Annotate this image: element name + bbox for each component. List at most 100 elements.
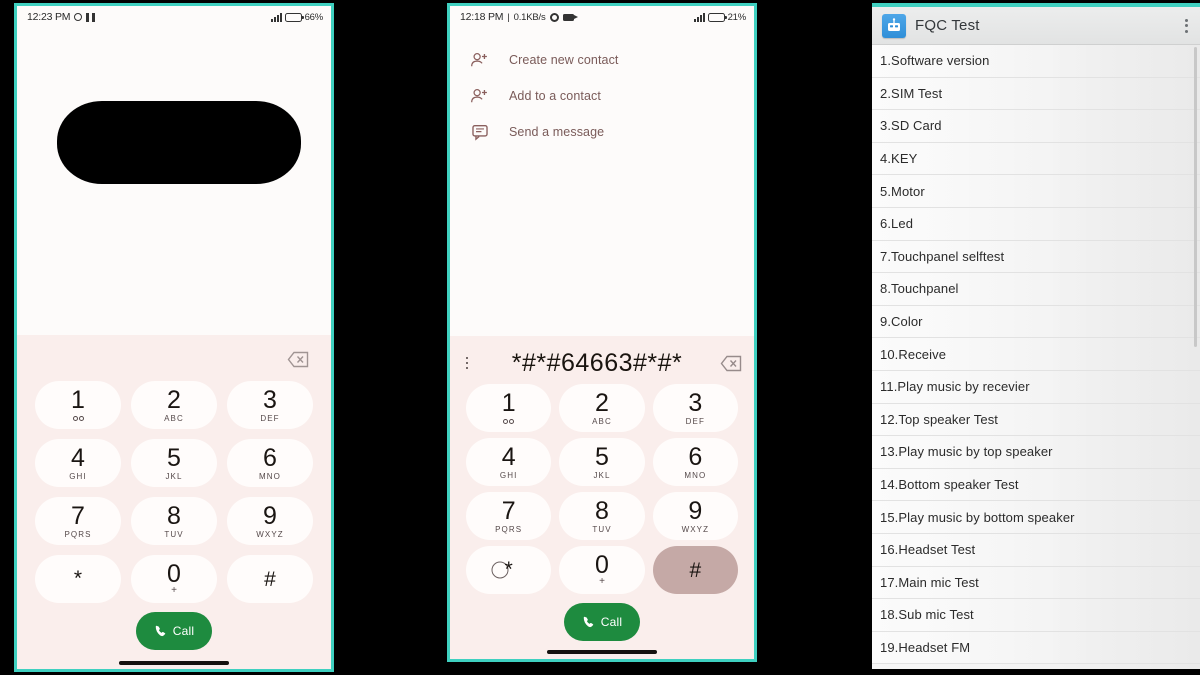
- app-bar: FQC Test: [872, 7, 1200, 45]
- menu-item-label: Send a message: [509, 125, 605, 139]
- key-0[interactable]: 0 +: [559, 546, 645, 594]
- key-2[interactable]: 2 ABC: [559, 384, 645, 432]
- status-time: 12:18 PM: [460, 11, 504, 23]
- dialed-number-input[interactable]: *#*#64663#*#*: [474, 349, 720, 378]
- menu-item-label: Create new contact: [509, 53, 619, 67]
- key-letters: MNO: [684, 470, 707, 480]
- menu-item-create-new-contact[interactable]: Create new contact: [470, 42, 754, 78]
- list-item[interactable]: 1.Software version: [872, 45, 1200, 78]
- key-8[interactable]: 8 TUV: [559, 492, 645, 540]
- battery-icon: [284, 12, 304, 22]
- list-item[interactable]: 4.KEY: [872, 142, 1200, 176]
- key-letters: PQRS: [64, 529, 92, 539]
- list-item[interactable]: 3.SD Card: [872, 110, 1200, 143]
- key-letters: JKL: [165, 471, 183, 481]
- list-item[interactable]: 17.Main mic Test: [872, 566, 1200, 600]
- home-indicator: [119, 661, 229, 665]
- fqc-app-icon: [882, 13, 906, 38]
- key-4[interactable]: 4 GHI: [466, 438, 552, 486]
- phone-panel-fqc-test: FQC Test 1.Software version 2.SIM Test 3…: [872, 3, 1200, 669]
- key-4[interactable]: 4 GHI: [35, 439, 121, 487]
- plus-icon: +: [171, 585, 177, 596]
- list-item[interactable]: 11.Play music by recevier: [872, 370, 1200, 404]
- key-digit: 5: [167, 443, 181, 472]
- call-button[interactable]: Call: [136, 612, 212, 650]
- dialer-upper-area: [17, 28, 331, 335]
- key-3[interactable]: 3 DEF: [652, 384, 738, 432]
- key-6[interactable]: 6 MNO: [227, 439, 313, 487]
- list-item[interactable]: 10.Receive: [872, 338, 1200, 371]
- list-item[interactable]: 12.Top speaker Test: [872, 403, 1200, 437]
- key-hash[interactable]: #: [227, 555, 313, 603]
- menu-item-add-to-a-contact[interactable]: Add to a contact: [470, 78, 754, 114]
- status-bar-right: 21%: [693, 12, 746, 23]
- key-2[interactable]: 2 ABC: [131, 381, 217, 429]
- backspace-icon[interactable]: [287, 351, 309, 368]
- list-item[interactable]: 6.Led: [872, 207, 1200, 241]
- status-time: 12:23 PM: [27, 11, 71, 23]
- key-hash[interactable]: #: [652, 546, 738, 594]
- key-digit: 1: [71, 385, 85, 414]
- key-1[interactable]: 1: [35, 381, 121, 429]
- list-item[interactable]: 14.Bottom speaker Test: [872, 468, 1200, 502]
- key-9[interactable]: 9 WXYZ: [227, 497, 313, 545]
- key-letters: GHI: [499, 470, 518, 480]
- key-digit: 6: [688, 442, 703, 471]
- key-digit: 0: [167, 560, 181, 588]
- status-bar: 12:18 PM | 0.1KB/s 21%: [450, 6, 754, 28]
- key-letters: ABC: [592, 416, 612, 426]
- key-1[interactable]: 1: [466, 384, 552, 432]
- backspace-icon[interactable]: [720, 355, 742, 372]
- status-bar-left: 12:23 PM: [27, 11, 96, 23]
- key-digit: 1: [501, 388, 516, 417]
- list-item[interactable]: 9.Color: [872, 305, 1200, 339]
- menu-item-send-a-message[interactable]: Send a message: [470, 114, 754, 150]
- list-item[interactable]: 18.Sub mic Test: [872, 599, 1200, 632]
- keypad-grid: 1 2 ABC 3 DEF 4 GHI 5 JKL 6 MNO 7 PQRS 8…: [17, 377, 331, 603]
- key-0[interactable]: 0 +: [131, 555, 217, 603]
- dnd-icon: [86, 12, 96, 22]
- home-indicator: [547, 650, 657, 654]
- key-6[interactable]: 6 MNO: [652, 438, 738, 486]
- call-button-label: Call: [600, 615, 623, 629]
- key-7[interactable]: 7 PQRS: [35, 497, 121, 545]
- key-letters: WXYZ: [256, 529, 284, 539]
- person-add-icon: [470, 51, 489, 70]
- list-item[interactable]: 13.Play music by top speaker: [872, 436, 1200, 469]
- key-star[interactable]: *: [466, 546, 552, 594]
- key-digit: 7: [71, 501, 85, 530]
- vertical-scrollbar[interactable]: [1194, 47, 1197, 347]
- app-title: FQC Test: [915, 17, 980, 34]
- key-letters: JKL: [593, 470, 611, 480]
- menu-item-label: Add to a contact: [509, 89, 601, 103]
- key-digit: 6: [263, 443, 277, 472]
- list-item[interactable]: 8.Touchpanel: [872, 273, 1200, 306]
- key-digit: 3: [263, 385, 277, 414]
- list-item[interactable]: 2.SIM Test: [872, 77, 1200, 111]
- phone-panel-dialer-empty: 12:23 PM 66% 1 2 ABC 3 DEF 4 GHI 5 JKL 6…: [14, 3, 334, 672]
- list-item[interactable]: 15.Play music by bottom speaker: [872, 501, 1200, 534]
- list-item[interactable]: 16.Headset Test: [872, 533, 1200, 567]
- kebab-menu-icon[interactable]: [1185, 18, 1188, 33]
- key-digit: 8: [595, 496, 609, 525]
- key-digit: 9: [263, 501, 277, 530]
- list-item[interactable]: 7.Touchpanel selftest: [872, 240, 1200, 274]
- key-8[interactable]: 8 TUV: [131, 497, 217, 545]
- status-bar-left: 12:18 PM | 0.1KB/s: [460, 11, 578, 23]
- dialed-number-row: *#*#64663#*#*: [450, 342, 754, 382]
- phone-icon: [155, 625, 165, 637]
- key-digit: 9: [688, 496, 703, 525]
- contact-actions-menu: Create new contact Add to a contact Send…: [450, 28, 754, 150]
- call-button[interactable]: Call: [564, 603, 640, 641]
- key-digit: 4: [501, 442, 516, 471]
- list-item[interactable]: 5.Motor: [872, 175, 1200, 208]
- key-5[interactable]: 5 JKL: [559, 438, 645, 486]
- key-5[interactable]: 5 JKL: [131, 439, 217, 487]
- list-item[interactable]: 19.Headset FM: [872, 631, 1200, 665]
- key-3[interactable]: 3 DEF: [227, 381, 313, 429]
- key-9[interactable]: 9 WXYZ: [652, 492, 738, 540]
- key-7[interactable]: 7 PQRS: [466, 492, 552, 540]
- key-star[interactable]: *: [35, 555, 121, 603]
- key-digit: 2: [167, 385, 181, 414]
- kebab-menu-icon[interactable]: [460, 356, 474, 370]
